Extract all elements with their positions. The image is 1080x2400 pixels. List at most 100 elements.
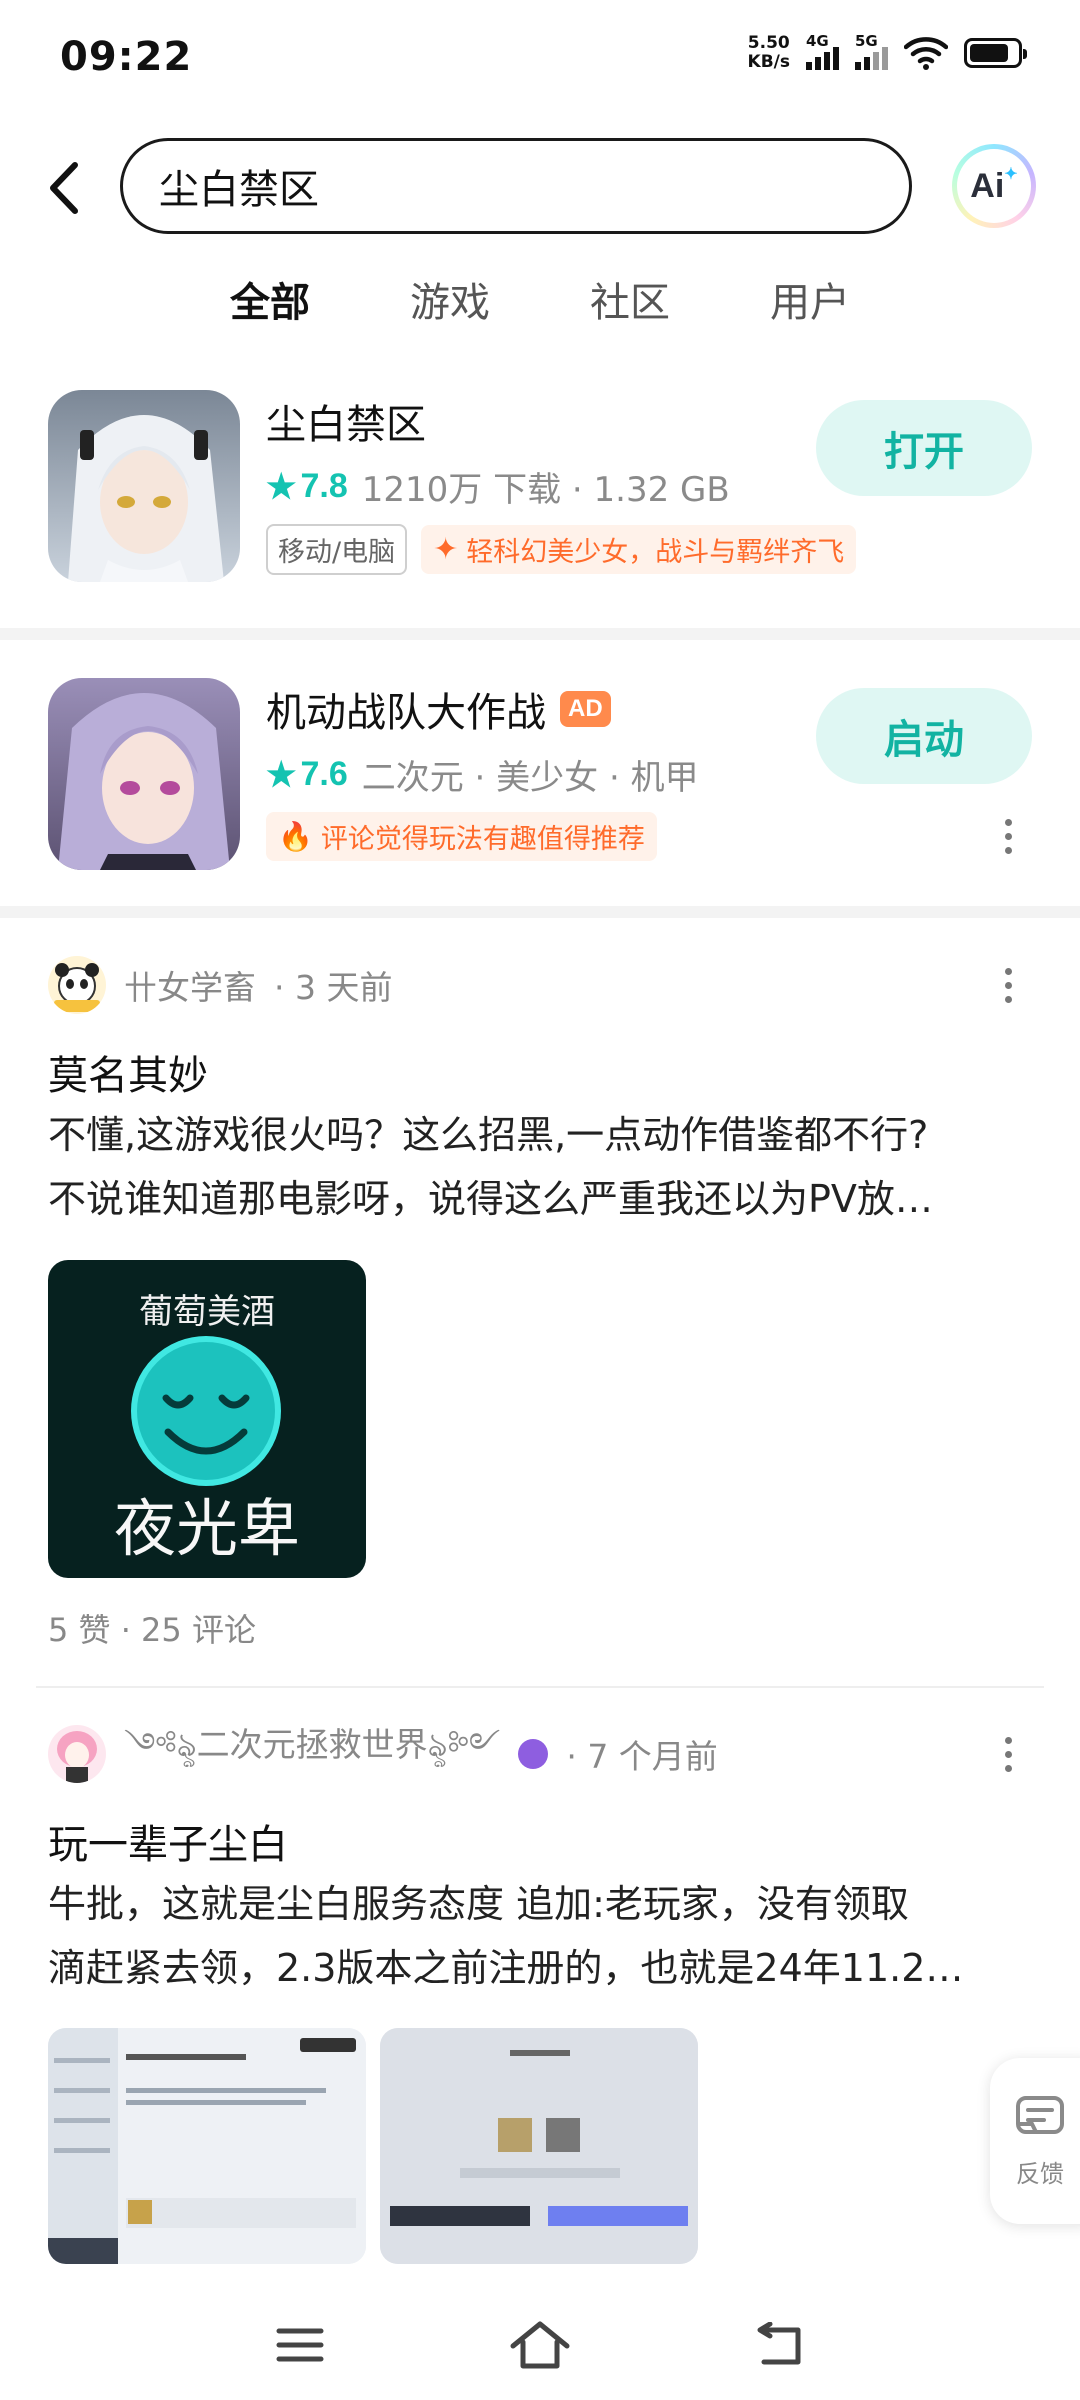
sparkle-icon: ✦ (433, 532, 459, 567)
app-name-text: 机动战队大作战 (266, 690, 546, 736)
app-rating-value: 7.6 (300, 755, 348, 793)
sparkle-icon: ✦ (1004, 166, 1018, 183)
tab-active-indicator (232, 326, 308, 336)
home-nav-button[interactable] (500, 2310, 580, 2380)
author-name[interactable]: 卄女学畜 (124, 961, 256, 1009)
app-rating-value: 7.8 (300, 467, 348, 505)
feedback-label: 反馈 (1016, 2159, 1064, 2188)
app-name-text: 尘白禁区 (266, 402, 426, 448)
author-name[interactable]: ༺ৡ二次元拯救世界ৡ༻ (124, 1708, 500, 1801)
highlight-tag: 🔥 评论觉得玩法有趣值得推荐 (266, 812, 657, 861)
network-speed: 5.50 KB/s (748, 34, 790, 72)
status-time: 09:22 (60, 34, 193, 80)
post-time: · 3 天前 (274, 968, 393, 1007)
app-tags: 🔥 评论觉得玩法有趣值得推荐 (266, 812, 657, 861)
feedback-icon (1016, 2095, 1064, 2134)
status-bar: 09:22 5.50 KB/s 4G 5G (0, 0, 1080, 120)
ad-app-card[interactable]: 机动战队大作战 AD ★ 7.6 二次元 · 美少女 · 机甲 🔥 评论觉得玩法有趣… (0, 678, 1080, 878)
menu-nav-button[interactable] (260, 2310, 340, 2380)
network-speed-value: 5.50 (747, 33, 790, 53)
app-stats: 1210万 下载 · 1.32 GB (361, 470, 730, 510)
post-body[interactable]: 不懂,这游戏很火吗？这么招黑,一点动作借鉴都不行? 不说谁知道那电影呀，说得这么… (48, 1103, 1038, 1231)
app-meta: ★ 7.6 二次元 · 美少女 · 机甲 (266, 750, 699, 799)
smiley-face-icon (131, 1336, 281, 1486)
post-author[interactable]: 卄女学畜 · 3 天前 (48, 955, 392, 1015)
image-caption-bottom: 夜光卑 (113, 1492, 300, 1565)
more-options-icon[interactable] (988, 1724, 1028, 1784)
post-author[interactable]: ༺ৡ二次元拯救世界ৡ༻ · 7 个月前 (48, 1724, 718, 1784)
tab-games[interactable]: 游戏 (408, 270, 492, 330)
search-header: 尘白禁区 Ai ✦ (0, 138, 1080, 238)
system-nav-bar (0, 2290, 1080, 2400)
signal-4g-label: 4G (806, 32, 829, 50)
ai-assistant-button[interactable]: Ai ✦ (952, 144, 1036, 228)
search-query: 尘白禁区 (159, 167, 319, 213)
app-card[interactable]: 尘白禁区 ★ 7.8 1210万 下载 · 1.32 GB 移动/电脑 ✦ 轻科幻美… (0, 390, 1080, 590)
post-title[interactable]: 玩一辈子尘白 (48, 1812, 288, 1870)
tab-community[interactable]: 社区 (588, 270, 672, 330)
post-divider (36, 1686, 1044, 1688)
back-arrow-icon (50, 162, 78, 214)
signal-4g-icon: 4G (806, 32, 839, 70)
signal-5g-label: 5G (855, 32, 878, 50)
app-genres: 二次元 · 美少女 · 机甲 (361, 758, 699, 798)
post-image[interactable]: 葡萄美酒 夜光卑 (48, 1260, 366, 1578)
tab-all[interactable]: 全部 (228, 270, 312, 336)
open-button[interactable]: 打开 (816, 400, 1032, 496)
fire-icon: 🔥 (278, 820, 313, 853)
network-speed-unit: KB/s (747, 52, 790, 72)
post-stats: 5 赞 · 25 评论 (48, 1611, 256, 1649)
feedback-button[interactable]: 反馈 (990, 2058, 1080, 2224)
post-body-line: 不说谁知道那电影呀，说得这么严重我还以为PV放… (48, 1177, 933, 1221)
post-time: · 7 个月前 (566, 1737, 718, 1776)
tab-community-label: 社区 (590, 280, 670, 326)
platform-tag: 移动/电脑 (266, 524, 408, 575)
app-name[interactable]: 机动战队大作战 AD (266, 680, 611, 738)
highlight-tag-text: 轻科幻美少女，战斗与羁绊齐飞 (466, 537, 845, 568)
more-options-icon[interactable] (988, 806, 1028, 866)
app-icon[interactable] (48, 390, 240, 582)
app-rating: ★ 7.6 (266, 755, 348, 795)
more-options-icon[interactable] (988, 955, 1028, 1015)
app-rating: ★ 7.8 (266, 467, 348, 507)
ad-badge: AD (560, 691, 611, 727)
image-caption-top: 葡萄美酒 (139, 1292, 275, 1332)
app-meta: ★ 7.8 1210万 下载 · 1.32 GB (266, 462, 730, 511)
highlight-tag: ✦ 轻科幻美少女，战斗与羁绊齐飞 (421, 525, 857, 574)
app-icon[interactable] (48, 678, 240, 870)
launch-button[interactable]: 启动 (816, 688, 1032, 784)
section-divider (0, 906, 1080, 918)
post-title[interactable]: 莫名其妙 (48, 1043, 208, 1101)
home-icon (510, 2321, 570, 2369)
post-image[interactable] (380, 2028, 698, 2264)
tab-users-label: 用户 (770, 280, 850, 326)
return-icon (757, 2322, 801, 2365)
search-result-tabs: 全部 游戏 社区 用户 (0, 270, 1080, 340)
post-image[interactable] (48, 2028, 366, 2264)
wifi-icon (904, 37, 948, 70)
search-input[interactable]: 尘白禁区 (120, 138, 912, 234)
battery-icon (964, 38, 1027, 68)
tab-games-label: 游戏 (410, 280, 490, 326)
launch-button-label: 启动 (884, 717, 964, 763)
post-body[interactable]: 牛批，这就是尘白服务态度 追加:老玩家，没有领取 滴赶紧去领，2.3版本之前注册… (48, 1872, 1038, 2000)
signal-5g-icon: 5G (855, 32, 888, 70)
avatar[interactable] (48, 956, 106, 1014)
tab-all-label: 全部 (230, 280, 310, 326)
section-divider (0, 628, 1080, 640)
post-body-line: 牛批，这就是尘白服务态度 追加:老玩家，没有领取 (48, 1882, 909, 1926)
tab-users[interactable]: 用户 (768, 270, 852, 330)
open-button-label: 打开 (884, 429, 964, 475)
community-post[interactable]: 卄女学畜 · 3 天前 莫名其妙 不懂,这游戏很火吗？这么招黑,一点动作借鉴都不… (0, 955, 1080, 1655)
post-body-line: 滴赶紧去领，2.3版本之前注册的，也就是24年11.2… (48, 1946, 964, 1990)
ai-label: Ai (970, 166, 1005, 205)
back-button[interactable] (34, 156, 94, 220)
menu-icon (276, 2328, 324, 2362)
avatar[interactable] (48, 1725, 106, 1783)
star-icon: ★ (266, 467, 297, 506)
community-post[interactable]: ༺ৡ二次元拯救世界ৡ༻ · 7 个月前 玩一辈子尘白 牛批，这就是尘白服务态度 … (0, 1724, 1080, 2284)
app-name[interactable]: 尘白禁区 (266, 392, 426, 450)
post-body-line: 不懂,这游戏很火吗？这么招黑,一点动作借鉴都不行? (48, 1113, 929, 1157)
back-nav-button[interactable] (740, 2310, 820, 2380)
highlight-tag-text: 评论觉得玩法有趣值得推荐 (320, 824, 645, 855)
